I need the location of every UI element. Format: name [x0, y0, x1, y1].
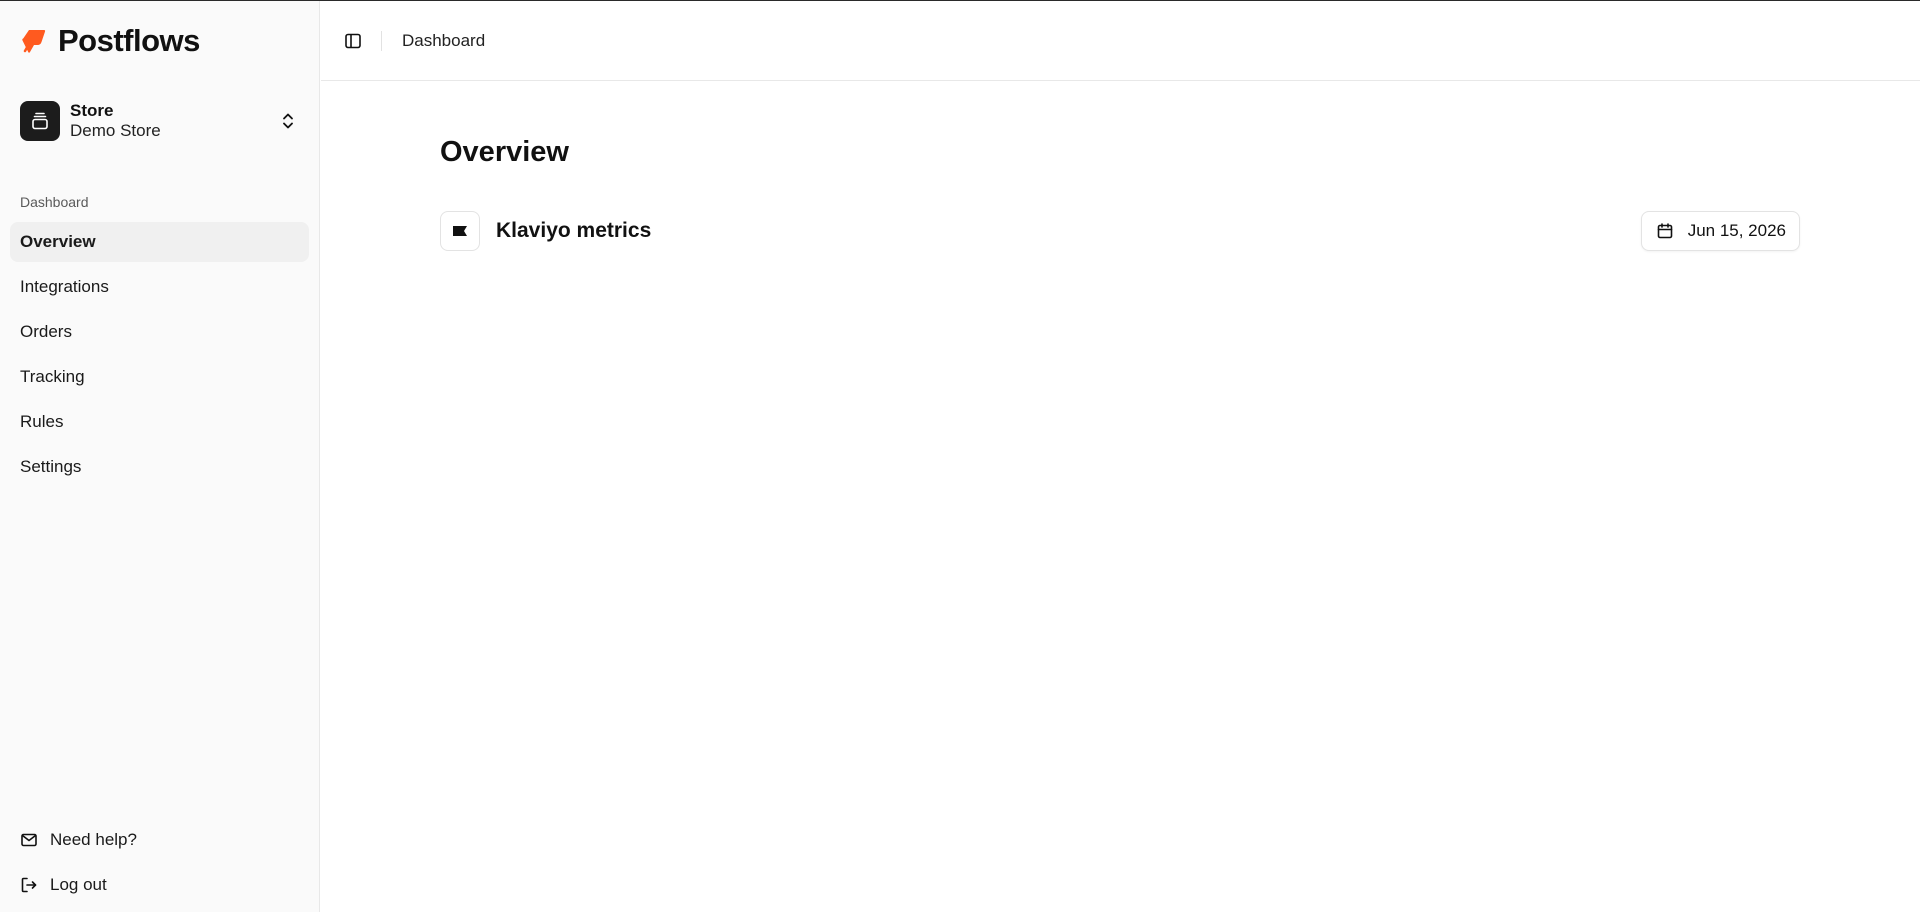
sidebar-item-label: Rules	[20, 412, 64, 431]
sidebar-item-label: Tracking	[20, 367, 85, 386]
sidebar-item-label: Integrations	[20, 277, 109, 296]
sidebar-item-label: Overview	[20, 232, 96, 251]
store-label: Store	[70, 101, 114, 120]
sidebar-item-label: Orders	[20, 322, 72, 341]
store-switcher[interactable]: Store Demo Store	[10, 95, 308, 147]
sidebar-item-tracking[interactable]: Tracking	[10, 357, 309, 397]
sidebar-item-overview[interactable]: Overview	[10, 222, 309, 262]
brand[interactable]: Postflows	[18, 23, 200, 59]
log-out-link[interactable]: Log out	[10, 865, 309, 905]
breadcrumb: Dashboard	[402, 30, 486, 50]
klaviyo-metrics-header: Klaviyo metrics Jun 15, 2026	[440, 210, 1800, 252]
header-divider	[381, 30, 382, 51]
sidebar-item-rules[interactable]: Rules	[10, 402, 309, 442]
need-help-link[interactable]: Need help?	[10, 820, 309, 860]
sidebar-item-settings[interactable]: Settings	[10, 447, 309, 487]
calendar-icon	[1657, 223, 1672, 239]
postflows-logo-icon	[18, 26, 48, 56]
flag-icon	[440, 211, 480, 251]
sidebar-item-orders[interactable]: Orders	[10, 312, 309, 352]
sidebar-section-label: Dashboard	[20, 194, 89, 210]
sidebar-item-integrations[interactable]: Integrations	[10, 267, 309, 307]
top-header: Dashboard	[321, 1, 1920, 81]
metrics-title: Klaviyo metrics	[496, 219, 652, 242]
log-out-label: Log out	[50, 875, 107, 894]
brand-name: Postflows	[58, 23, 200, 58]
store-icon	[20, 101, 60, 141]
sidebar: Postflows Store Demo Store Dashboard Ove…	[0, 1, 320, 912]
sidebar-nav: Overview Integrations Orders Tracking Ru…	[10, 222, 309, 492]
sidebar-footer: Need help? Log out	[10, 820, 309, 910]
store-name: Demo Store	[70, 121, 161, 140]
log-out-icon	[21, 877, 37, 893]
date-picker-button[interactable]: Jun 15, 2026	[1640, 211, 1800, 251]
chevrons-up-down-icon	[278, 111, 298, 131]
panel-left-icon	[345, 33, 361, 48]
page-title: Overview	[440, 136, 569, 168]
date-value: Jun 15, 2026	[1687, 221, 1786, 240]
need-help-label: Need help?	[50, 830, 137, 849]
mail-icon	[21, 833, 37, 847]
sidebar-item-label: Settings	[20, 457, 82, 476]
sidebar-toggle-button[interactable]	[337, 25, 369, 57]
